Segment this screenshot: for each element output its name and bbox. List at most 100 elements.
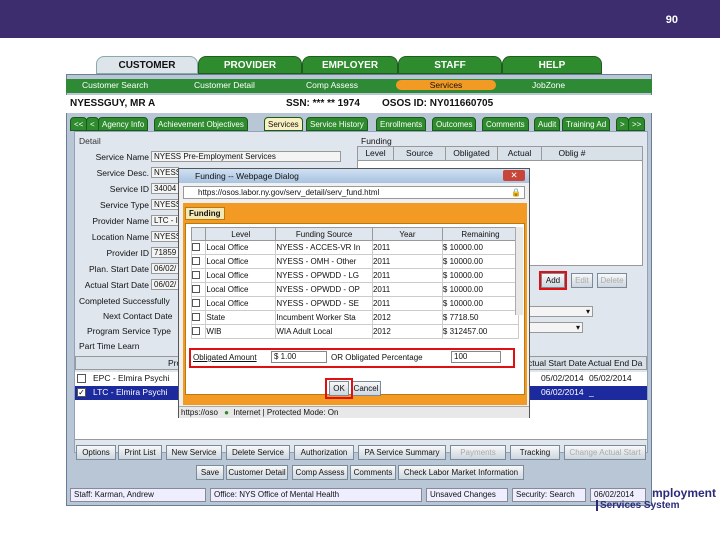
row-year: 2012 bbox=[371, 310, 443, 325]
dialog-title-bar: Funding -- Webpage Dialog ✕ bbox=[179, 169, 529, 183]
payments-button[interactable]: Payments bbox=[450, 445, 506, 460]
field-service-type[interactable]: NYESS bbox=[151, 199, 179, 210]
authorization-button[interactable]: Authorization bbox=[294, 445, 354, 460]
tab-customer[interactable]: CUSTOMER bbox=[96, 56, 198, 74]
tab-comments[interactable]: Comments bbox=[482, 117, 529, 131]
row-source: NYESS - OMH - Other bbox=[275, 254, 373, 269]
edit-button[interactable]: Edit bbox=[571, 273, 593, 288]
dialog-url: https://osos.labor.ny.gov/serv_detail/se… bbox=[198, 188, 380, 197]
row-checkbox[interactable] bbox=[77, 374, 86, 383]
field-service-desc[interactable]: NYESS bbox=[151, 167, 179, 178]
label-actual-start-date: Actual Start Date bbox=[84, 280, 149, 290]
dialog-header-remaining: Remaining bbox=[441, 227, 520, 241]
highlight-ok bbox=[325, 378, 353, 399]
row-provider: EPC - Elmira Psychi bbox=[93, 373, 170, 383]
subnav-jobzone[interactable]: JobZone bbox=[532, 80, 565, 90]
row-year: 2012 bbox=[371, 324, 443, 339]
customer-osos-id: OSOS ID: NY011660705 bbox=[382, 98, 494, 109]
tab-agency-info[interactable]: Agency Info bbox=[98, 117, 149, 131]
label-service-name: Service Name bbox=[95, 152, 149, 162]
tab-prev[interactable]: < bbox=[86, 117, 99, 131]
label-plan-start-date: Plan. Start Date bbox=[88, 264, 149, 274]
table-row[interactable]: Local Office NYESS - OPWDD - LG 2011 $ 1000… bbox=[190, 268, 520, 283]
field-provider-id[interactable]: 71859 bbox=[151, 247, 179, 258]
row-source: NYESS - ACCES-VR In bbox=[275, 240, 373, 255]
row-checkbox[interactable] bbox=[192, 256, 200, 265]
dialog-scrollbar[interactable] bbox=[515, 227, 523, 315]
subnav-customer-detail[interactable]: Customer Detail bbox=[194, 80, 255, 90]
tracking-button[interactable]: Tracking bbox=[510, 445, 560, 460]
table-row[interactable]: Local Office NYESS - OMH - Other 2011 $ 100… bbox=[190, 254, 520, 269]
row-remaining: $ 312457.00 bbox=[441, 324, 520, 339]
delete-service-button[interactable]: Delete Service bbox=[226, 445, 290, 460]
tab-first[interactable]: << bbox=[70, 117, 88, 131]
comments-button[interactable]: Comments bbox=[350, 465, 396, 480]
dropdown-1[interactable]: ▾ bbox=[523, 306, 593, 317]
tab-services[interactable]: Services bbox=[264, 117, 303, 131]
dialog-header-funding-source: Funding Source bbox=[275, 227, 373, 241]
dialog-url-bar[interactable]: https://osos.labor.ny.gov/serv_detail/se… bbox=[183, 186, 525, 199]
field-actual-start-date[interactable]: 06/02/ bbox=[151, 279, 179, 290]
tab-next[interactable]: > bbox=[616, 117, 629, 131]
tab-outcomes[interactable]: Outcomes bbox=[432, 117, 477, 131]
subnav-comp-assess[interactable]: Comp Assess bbox=[306, 80, 358, 90]
check-labor-market-button[interactable]: Check Labor Market Information bbox=[398, 465, 524, 480]
row-checkbox[interactable] bbox=[192, 326, 200, 335]
tab-achievement-objectives[interactable]: Achievement Objectives bbox=[154, 117, 248, 131]
tab-service-history[interactable]: Service History bbox=[306, 117, 368, 131]
tab-help[interactable]: HELP bbox=[502, 56, 602, 74]
save-button[interactable]: Save bbox=[196, 465, 224, 480]
funding-header-actual: Actual bbox=[498, 147, 542, 160]
options-button[interactable]: Options bbox=[76, 445, 116, 460]
table-row[interactable]: Local Office NYESS - ACCES-VR In 2011 $ 100… bbox=[190, 240, 520, 255]
highlight-obligated bbox=[189, 348, 515, 368]
table-row[interactable]: Local Office NYESS - OPWDD - SE 2011 $ 1000… bbox=[190, 296, 520, 311]
funding-header-obligated: Obligated bbox=[446, 147, 498, 160]
funding-section-title: Funding bbox=[361, 136, 392, 146]
tab-last[interactable]: >> bbox=[628, 117, 646, 131]
row-level: WIB bbox=[205, 324, 277, 339]
field-provider-name[interactable]: LTC - I bbox=[151, 215, 179, 226]
field-location-name[interactable]: NYESS bbox=[151, 231, 179, 242]
tab-provider[interactable]: PROVIDER bbox=[198, 56, 302, 74]
cancel-button[interactable]: Cancel bbox=[351, 381, 381, 396]
table-row[interactable]: WIB WIA Adult Local 2012 $ 312457.00 bbox=[190, 324, 520, 339]
row-checkbox[interactable] bbox=[192, 312, 200, 321]
close-icon[interactable]: ✕ bbox=[503, 170, 525, 181]
tab-enrollments[interactable]: Enrollments bbox=[376, 117, 427, 131]
funding-dialog: Funding -- Webpage Dialog ✕ https://osos… bbox=[178, 168, 530, 418]
print-list-button[interactable]: Print List bbox=[118, 445, 162, 460]
dropdown-2[interactable]: ▾ bbox=[523, 322, 583, 333]
funding-header-source: Source bbox=[394, 147, 446, 160]
row-checkbox[interactable] bbox=[192, 298, 200, 307]
label-program-service-type: Program Service Type bbox=[87, 326, 171, 336]
row-checkbox-checked[interactable]: ✓ bbox=[77, 388, 86, 397]
funding-options-table: Level Funding Source Year Remaining Loca… bbox=[190, 227, 520, 339]
list-header-actual-end: Actual End Da bbox=[588, 358, 643, 368]
comp-assess-button[interactable]: Comp Assess bbox=[292, 465, 348, 480]
subnav-services[interactable]: Services bbox=[396, 80, 496, 90]
pa-service-summary-button[interactable]: PA Service Summary bbox=[358, 445, 446, 460]
new-service-button[interactable]: New Service bbox=[166, 445, 222, 460]
row-checkbox[interactable] bbox=[192, 284, 200, 293]
row-checkbox[interactable] bbox=[192, 242, 200, 251]
tab-training-ad[interactable]: Training Ad bbox=[562, 117, 611, 131]
table-row[interactable]: State Incumbent Worker Sta 2012 $ 7718.50 bbox=[190, 310, 520, 325]
dialog-tab-funding[interactable]: Funding bbox=[185, 207, 225, 220]
customer-detail-button[interactable]: Customer Detail bbox=[226, 465, 288, 480]
field-plan-start-date[interactable]: 06/02/ bbox=[151, 263, 179, 274]
row-level: Local Office bbox=[205, 268, 277, 283]
row-remaining: $ 10000.00 bbox=[441, 240, 520, 255]
row-checkbox[interactable] bbox=[192, 270, 200, 279]
field-service-id[interactable]: 34004 bbox=[151, 183, 179, 194]
row-level: Local Office bbox=[205, 254, 277, 269]
field-service-name[interactable]: NYESS Pre-Employment Services bbox=[151, 151, 341, 162]
change-actual-start-button[interactable]: Change Actual Start bbox=[564, 445, 646, 460]
delete-button[interactable]: Delete bbox=[597, 273, 627, 288]
row-remaining: $ 10000.00 bbox=[441, 282, 520, 297]
table-row[interactable]: Local Office NYESS - OPWDD - OP 2011 $ 1000… bbox=[190, 282, 520, 297]
tab-staff[interactable]: STAFF bbox=[398, 56, 502, 74]
tab-audit[interactable]: Audit bbox=[534, 117, 561, 131]
subnav-customer-search[interactable]: Customer Search bbox=[82, 80, 148, 90]
tab-employer[interactable]: EMPLOYER bbox=[302, 56, 398, 74]
